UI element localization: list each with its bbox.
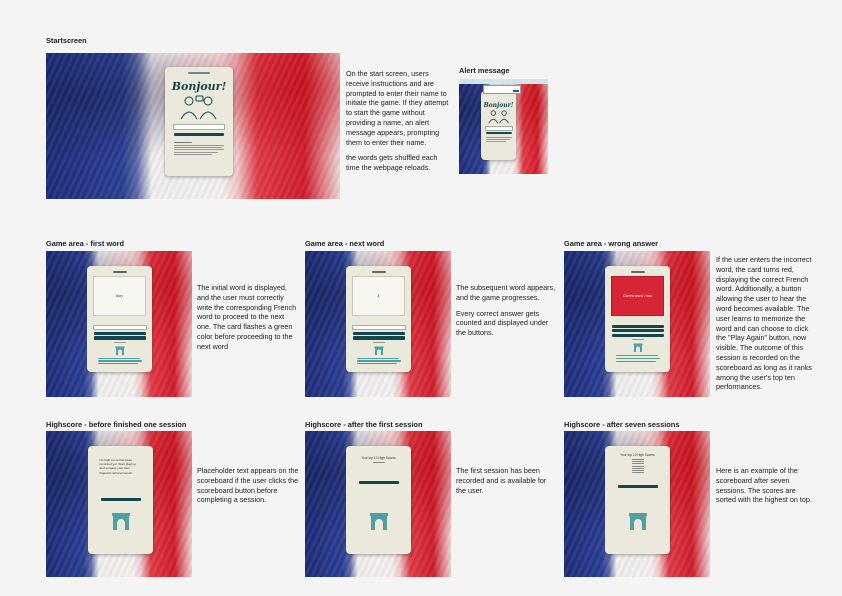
score-row xyxy=(631,472,644,474)
game-first-card: lion xyxy=(87,266,152,372)
startscreen-description-1: On the start screen, users receive instr… xyxy=(346,69,449,147)
instructions-text xyxy=(485,137,512,142)
arc-de-triomphe-icon xyxy=(374,346,384,355)
game-wrong-description: If the user enters the incorrect word, t… xyxy=(716,255,812,392)
score-row xyxy=(631,463,644,465)
score-row xyxy=(631,469,644,471)
start-new-game-button[interactable] xyxy=(100,497,141,501)
hs-first-title: Highscore - after the first session xyxy=(305,420,423,429)
game-card-heading xyxy=(371,271,386,273)
achievement-list xyxy=(97,357,142,365)
start-new-game-button[interactable] xyxy=(617,485,658,489)
hs-first-description: The first session has been recorded and … xyxy=(456,466,547,495)
hs-before-description: Placeholder text appears on the scoreboa… xyxy=(197,466,299,505)
scoreboard-button[interactable] xyxy=(352,336,405,340)
hs-seven-card: Your top 10 High Scores xyxy=(605,446,670,554)
alert-card-heading: Bonjour! xyxy=(483,102,514,109)
game-first-description: The initial word is displayed, and the u… xyxy=(197,283,297,351)
game-next-description-1: The subsequent word appears, and the gam… xyxy=(456,283,556,302)
game-next-title: Game area - next word xyxy=(305,239,385,248)
name-input[interactable] xyxy=(484,126,513,131)
word-card-wrong: Correct word = lion xyxy=(611,275,664,316)
score-list xyxy=(631,459,644,474)
score-row xyxy=(631,467,644,469)
startscreen-title: Startscreen xyxy=(46,36,87,45)
arc-de-triomphe-icon xyxy=(628,512,648,531)
hs-seven-description: Here is an example of the scoreboard aft… xyxy=(716,466,812,505)
submit-button[interactable] xyxy=(352,331,405,335)
word-display: 1 xyxy=(377,293,380,298)
score-row xyxy=(631,465,644,467)
arc-de-triomphe-icon xyxy=(111,512,131,530)
instructions-text xyxy=(174,142,224,155)
score-row xyxy=(372,462,385,463)
hs-seven-title: Highscore - after seven sessions xyxy=(564,420,680,429)
hs-before-card: No high score has been recorded yet. Sta… xyxy=(88,446,153,554)
game-next-description-2: Every correct answer gets counted and di… xyxy=(456,308,549,338)
people-illustration-icon xyxy=(486,109,512,124)
hs-before-title: Highscore - before finished one session xyxy=(46,420,187,429)
people-illustration-icon xyxy=(176,94,222,120)
achievement-list xyxy=(615,355,660,362)
word-display: lion xyxy=(116,293,123,298)
hear-word-button[interactable] xyxy=(611,324,664,328)
card-heading: Bonjour! xyxy=(171,80,227,93)
startscreen-card: Bonjour! xyxy=(165,67,233,176)
arc-de-triomphe-icon xyxy=(115,346,125,355)
alert-card: Bonjour! xyxy=(481,91,516,160)
score-row xyxy=(631,459,644,460)
arc-de-triomphe-icon xyxy=(369,512,389,531)
correct-word-display: Correct word = lion xyxy=(623,293,652,298)
game-next-card: 1 xyxy=(346,266,411,372)
word-card: lion xyxy=(93,275,146,316)
score-counter xyxy=(113,341,126,343)
highscore-heading: Your top 10 High Scores xyxy=(361,456,396,460)
alert-ok-button[interactable] xyxy=(513,89,519,92)
alert-dialog xyxy=(483,85,521,94)
game-wrong-card: Correct word = lion xyxy=(605,266,670,372)
score-counter xyxy=(631,339,644,341)
startscreen-description: On the start screen, users receive instr… xyxy=(346,69,450,179)
no-highscore-text: No high score has been recorded yet. Sta… xyxy=(99,458,136,475)
scoreboard-button[interactable] xyxy=(93,336,146,340)
achievement-list xyxy=(356,357,401,365)
name-input[interactable] xyxy=(173,124,225,130)
scoreboard-button[interactable] xyxy=(611,333,664,338)
game-first-title: Game area - first word xyxy=(46,239,125,248)
answer-input[interactable] xyxy=(92,324,147,330)
start-button[interactable] xyxy=(485,132,512,134)
submit-button[interactable] xyxy=(93,331,146,335)
game-next-description: The subsequent word appears, and the gam… xyxy=(456,283,558,344)
score-row xyxy=(631,461,644,463)
alert-browser-bar xyxy=(459,79,548,84)
game-wrong-title: Game area - wrong answer xyxy=(564,239,659,248)
answer-input[interactable] xyxy=(351,324,406,330)
startscreen-description-2: the words gets shuffled each time the we… xyxy=(346,153,438,173)
game-card-heading xyxy=(630,271,645,273)
play-again-button[interactable] xyxy=(611,329,664,333)
arc-de-triomphe-icon xyxy=(633,343,643,353)
game-card-heading xyxy=(112,271,127,273)
start-button[interactable] xyxy=(174,133,224,137)
alert-title: Alert message xyxy=(459,66,510,75)
highscore-heading: Your top 10 High Scores xyxy=(620,453,655,457)
word-card: 1 xyxy=(352,275,405,316)
score-counter xyxy=(372,341,385,343)
start-new-game-button[interactable] xyxy=(358,481,399,485)
hs-first-card: Your top 10 High Scores xyxy=(346,446,411,554)
